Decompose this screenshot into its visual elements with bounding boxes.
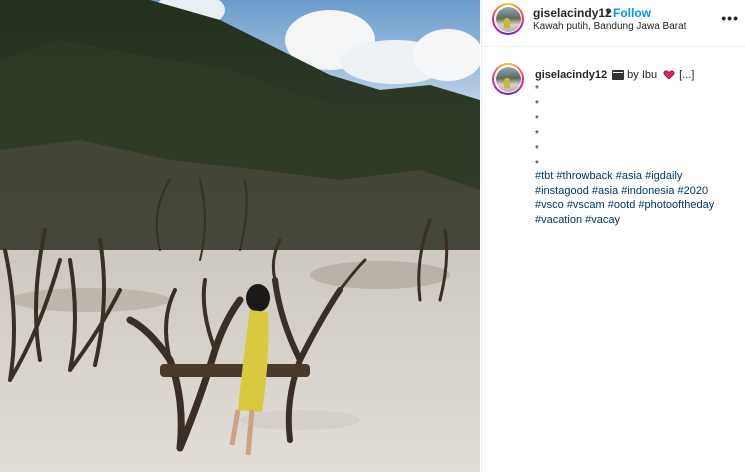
heart-icon xyxy=(663,70,675,80)
caption-star-line: * xyxy=(535,129,539,140)
caption-star-line: * xyxy=(535,144,539,155)
hashtag-link[interactable]: #igdaily xyxy=(645,170,682,182)
more-options-icon[interactable]: ••• xyxy=(721,10,739,26)
hashtag-link[interactable]: #photooftheday xyxy=(638,199,714,211)
author-username[interactable]: giselacindy12 xyxy=(533,6,612,20)
caption-by-text: by Ibu xyxy=(627,69,658,81)
hashtag-link[interactable]: #asia xyxy=(592,185,618,197)
caption-username[interactable]: giselacindy12 xyxy=(535,69,607,81)
follow-button[interactable]: Follow xyxy=(613,6,651,20)
separator-dot: • xyxy=(606,5,611,19)
post-photo[interactable] xyxy=(0,0,480,472)
post-sidebar: giselacindy12 • Follow Kawah putih, Band… xyxy=(481,0,745,472)
hashtag-link[interactable]: #vacation xyxy=(535,214,582,226)
hashtag-link[interactable]: #asia xyxy=(616,170,642,182)
hashtag-link[interactable]: #instagood xyxy=(535,185,589,197)
hashtag-link[interactable]: #indonesia xyxy=(621,185,674,197)
clapper-board-icon xyxy=(612,70,625,80)
hashtag-link[interactable]: #throwback xyxy=(556,170,612,182)
caption-stars: * * * * * * xyxy=(535,82,539,172)
caption-star-line: * xyxy=(535,99,539,110)
caption-line: giselacindy12 by Ibu [...] xyxy=(535,69,694,81)
hashtag-link[interactable]: #2020 xyxy=(678,185,709,197)
hashtag-link[interactable]: #ootd xyxy=(608,199,636,211)
post-header: giselacindy12 • Follow Kawah putih, Band… xyxy=(482,0,745,47)
author-avatar[interactable] xyxy=(492,3,524,35)
hashtag-link[interactable]: #vacay xyxy=(585,214,620,226)
hashtag-link[interactable]: #vscam xyxy=(567,199,605,211)
caption-avatar[interactable] xyxy=(492,63,524,95)
photo-scene xyxy=(0,0,480,472)
hashtag-link[interactable]: #vsco xyxy=(535,199,564,211)
caption-more-link[interactable]: [...] xyxy=(679,69,694,81)
hashtag-link[interactable]: #tbt xyxy=(535,170,553,182)
caption-star-line: * xyxy=(535,114,539,125)
location-link[interactable]: Kawah putih, Bandung Jawa Barat xyxy=(533,21,686,32)
caption-star-line: * xyxy=(535,84,539,95)
caption-hashtags: #tbt #throwback #asia #igdaily #instagoo… xyxy=(535,169,740,227)
